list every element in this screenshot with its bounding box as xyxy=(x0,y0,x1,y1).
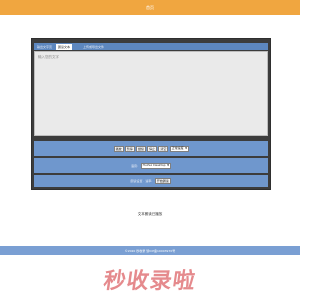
tab-upload-export[interactable]: 上传或导出文件 xyxy=(81,44,106,50)
watermark-logo: 秒收录啦 xyxy=(101,269,198,294)
tab-read-text[interactable]: 朗读文本 xyxy=(56,44,73,50)
tts-panel: 输出文字页 朗读文本 上传或导出文件 输入您的文字 播放 暂停 继续 停止 清空… xyxy=(31,38,271,190)
voice-label: 语音: xyxy=(131,163,139,168)
chevron-down-icon: ▼ xyxy=(185,147,188,150)
page-title[interactable]: 首页 xyxy=(146,5,154,10)
speed-label: 朗读设置 · 速率: xyxy=(130,179,153,183)
voice-select-value: Huihui Desktop xyxy=(142,163,166,167)
speed-row: 朗读设置 · 速率: 开始朗读 xyxy=(34,175,268,187)
text-input-area[interactable]: 输入您的文字 xyxy=(34,51,268,136)
stop-button[interactable]: 停止 xyxy=(147,145,158,152)
mode-select[interactable]: 正常速度 ▼ xyxy=(169,145,190,152)
start-reading-button[interactable]: 开始朗读 xyxy=(154,178,171,184)
tab-output-text[interactable]: 输出文字页 xyxy=(35,44,54,50)
resume-button[interactable]: 继续 xyxy=(135,145,146,152)
pause-button[interactable]: 暂停 xyxy=(124,145,135,152)
status-text: 文本朗读已播放 xyxy=(137,212,163,216)
text-input-placeholder: 输入您的文字 xyxy=(38,55,59,59)
voice-select[interactable]: Huihui Desktop ▼ xyxy=(140,162,171,169)
playback-controls: 播放 暂停 继续 停止 清空 正常速度 ▼ xyxy=(34,141,268,156)
clear-button[interactable]: 清空 xyxy=(158,145,169,152)
tab-strip: 输出文字页 朗读文本 上传或导出文件 xyxy=(34,43,268,50)
top-bar: 首页 xyxy=(0,0,300,15)
voice-row: 语音: Huihui Desktop ▼ xyxy=(34,158,268,173)
footer-copyright: ©2020 秒收录 浙ICP备19003970号 xyxy=(124,248,176,253)
footer: ©2020 秒收录 浙ICP备19003970号 xyxy=(0,246,300,255)
play-button[interactable]: 播放 xyxy=(113,145,124,152)
page: 首页 输出文字页 朗读文本 上传或导出文件 输入您的文字 播放 暂停 继续 停止… xyxy=(0,0,300,300)
chevron-down-icon: ▼ xyxy=(167,164,169,167)
mode-select-value: 正常速度 xyxy=(171,146,184,150)
